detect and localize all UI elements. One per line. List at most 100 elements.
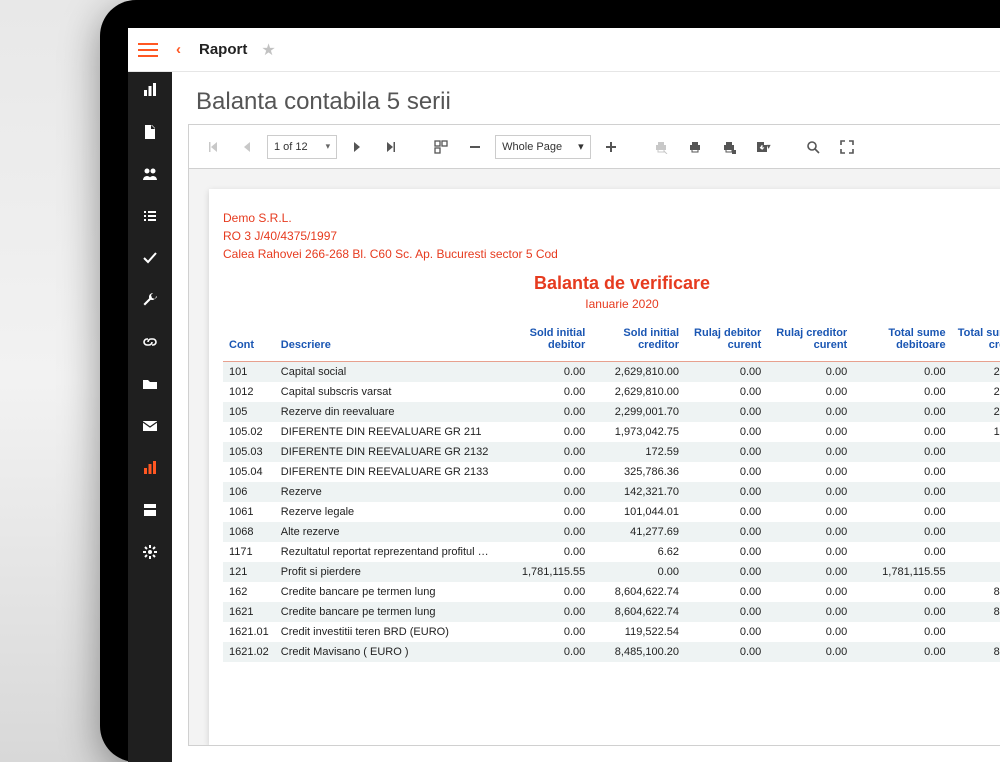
col-desc: Descriere <box>275 321 500 362</box>
cell: 0.00 <box>767 462 853 482</box>
report-period: Ianuarie 2020 <box>223 297 1000 311</box>
sidebar-item-mail[interactable] <box>128 414 172 438</box>
cell: 8,604,622.74 <box>591 602 685 622</box>
cell: 0.00 <box>767 502 853 522</box>
sidebar-item-list[interactable] <box>128 204 172 228</box>
favorite-star-icon[interactable]: ★ <box>261 40 275 60</box>
table-row: 1012Capital subscris varsat0.002,629,810… <box>223 382 1000 402</box>
zoom-selector[interactable]: Whole Page▾ <box>495 135 590 159</box>
cell: 1,973,042.75 <box>591 422 685 442</box>
cell: 0.00 <box>853 542 951 562</box>
cell: 106 <box>223 482 275 502</box>
toggle-multipage-button[interactable] <box>427 133 455 161</box>
cell: 0.00 <box>685 462 767 482</box>
export-button[interactable]: ▾ <box>749 133 777 161</box>
zoom-in-button[interactable] <box>597 133 625 161</box>
cell: 1068 <box>223 522 275 542</box>
sidebar-item-folder[interactable] <box>128 372 172 396</box>
sidebar-item-reports[interactable] <box>128 456 172 480</box>
col-tsc: Total sume credi <box>952 321 1000 362</box>
col-sid: Sold initial debitor <box>500 321 592 362</box>
cell: 0.00 <box>685 542 767 562</box>
cell: 0.00 <box>767 562 853 582</box>
link-icon <box>142 334 158 350</box>
print-selection-button[interactable] <box>647 133 675 161</box>
cell: 8,60 <box>952 602 1000 622</box>
report-sheet: Demo S.R.L. RO 3 J/40/4375/1997 Calea Ra… <box>209 189 1000 745</box>
cell: 0.00 <box>853 522 951 542</box>
last-page-button[interactable] <box>377 133 405 161</box>
company-reg: RO 3 J/40/4375/1997 <box>223 227 1000 245</box>
cell <box>952 542 1000 562</box>
sidebar-item-check[interactable] <box>128 246 172 270</box>
prev-page-button[interactable] <box>233 133 261 161</box>
hamburger-menu-icon[interactable] <box>138 43 158 57</box>
fullscreen-button[interactable] <box>833 133 861 161</box>
table-row: 105.04DIFERENTE DIN REEVALUARE GR 21330.… <box>223 462 1000 482</box>
next-page-button[interactable] <box>343 133 371 161</box>
cell: 0.00 <box>685 522 767 542</box>
list-icon <box>142 208 158 224</box>
cell: Credite bancare pe termen lung <box>275 582 500 602</box>
table-row: 1171Rezultatul reportat reprezentand pro… <box>223 542 1000 562</box>
cell: 0.00 <box>500 642 592 662</box>
cell: 105 <box>223 402 275 422</box>
page-selector[interactable]: 1 of 12▾ <box>267 135 337 159</box>
first-page-button[interactable] <box>199 133 227 161</box>
back-button[interactable]: ‹ <box>172 41 185 58</box>
cell: 0.00 <box>853 422 951 442</box>
cell: 0.00 <box>500 622 592 642</box>
sidebar-item-tools[interactable] <box>128 288 172 312</box>
cell: 0.00 <box>853 482 951 502</box>
cell: 121 <box>223 562 275 582</box>
cell: 0.00 <box>767 482 853 502</box>
zoom-out-button[interactable] <box>461 133 489 161</box>
cell: Credit Mavisano ( EURO ) <box>275 642 500 662</box>
cell: 0.00 <box>591 562 685 582</box>
cell: 1,97 <box>952 422 1000 442</box>
cell: 2,62 <box>952 382 1000 402</box>
cell: 4 <box>952 522 1000 542</box>
cell: 0.00 <box>767 362 853 383</box>
cell: Credit investitii teren BRD (EURO) <box>275 622 500 642</box>
sidebar-item-link[interactable] <box>128 330 172 354</box>
cell: 0.00 <box>500 462 592 482</box>
col-rdc: Rulaj debitor curent <box>685 321 767 362</box>
cell: 0.00 <box>500 542 592 562</box>
wrench-icon <box>142 292 158 308</box>
cell: 0.00 <box>500 442 592 462</box>
cell: 0.00 <box>853 502 951 522</box>
cell: 0.00 <box>500 482 592 502</box>
bar-chart-icon <box>142 82 158 98</box>
sidebar-item-documents[interactable] <box>128 120 172 144</box>
sidebar-item-users[interactable] <box>128 162 172 186</box>
print-page-button[interactable] <box>715 133 743 161</box>
cell: 1621 <box>223 602 275 622</box>
company-name: Demo S.R.L. <box>223 209 1000 227</box>
report-table: Cont Descriere Sold initial debitor Sold… <box>223 321 1000 662</box>
page-title: Balanta contabila 5 serii <box>172 72 1000 124</box>
cell: Credite bancare pe termen lung <box>275 602 500 622</box>
cell: 8,48 <box>952 642 1000 662</box>
cell: 0.00 <box>685 562 767 582</box>
cell: 0.00 <box>685 642 767 662</box>
cell: 8,604,622.74 <box>591 582 685 602</box>
print-button[interactable] <box>681 133 709 161</box>
cell: 0.00 <box>767 542 853 562</box>
cell: 11 <box>952 622 1000 642</box>
sidebar-item-settings[interactable] <box>128 540 172 564</box>
sidebar-item-layout[interactable] <box>128 498 172 522</box>
sidebar-item-dashboard[interactable] <box>128 78 172 102</box>
table-row: 1621.01Credit investitii teren BRD (EURO… <box>223 622 1000 642</box>
cell: Capital subscris varsat <box>275 382 500 402</box>
cell: 0.00 <box>853 582 951 602</box>
cell: 1061 <box>223 502 275 522</box>
cell <box>952 442 1000 462</box>
table-row: 1621.02Credit Mavisano ( EURO )0.008,485… <box>223 642 1000 662</box>
cell: 0.00 <box>767 582 853 602</box>
cell: 0.00 <box>767 522 853 542</box>
search-button[interactable] <box>799 133 827 161</box>
table-row: 1068Alte rezerve0.0041,277.690.000.000.0… <box>223 522 1000 542</box>
cell: 105.03 <box>223 442 275 462</box>
gear-icon <box>142 544 158 560</box>
